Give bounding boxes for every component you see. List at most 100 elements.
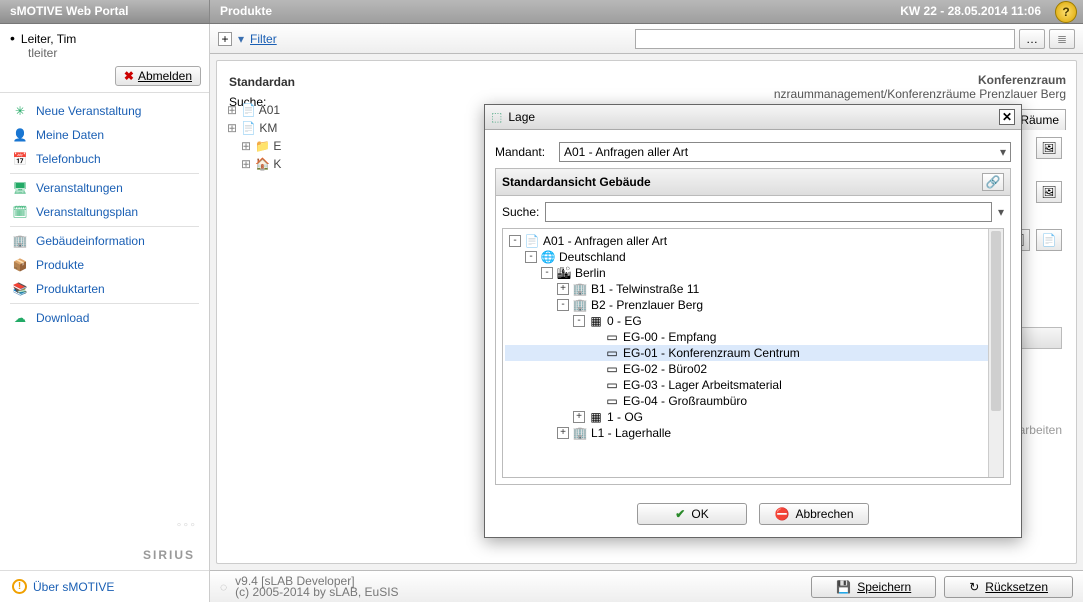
expand-icon[interactable] [589, 331, 601, 343]
tree-item[interactable]: 📄 KM [227, 119, 477, 137]
expand-icon[interactable]: + [557, 283, 569, 295]
user-name: Leiter, Tim [10, 30, 199, 46]
filter-bar: + ▾ Filter … ≣ [210, 24, 1083, 54]
tree-node[interactable]: -📄A01 - Anfragen aller Art [505, 233, 1001, 249]
sidebar-item-neue-veranstaltung[interactable]: ✳Neue Veranstaltung [0, 99, 209, 123]
tree-node[interactable]: -▦0 - EG [505, 313, 1001, 329]
sidebar-item-download[interactable]: ☁Download [0, 306, 209, 330]
about-link[interactable]: ! Über sMOTIVE [0, 570, 209, 602]
tree-item[interactable]: 📁 E [241, 137, 477, 155]
building-search-input[interactable] [545, 202, 992, 222]
expand-icon[interactable]: + [557, 427, 569, 439]
mandant-select[interactable]: A01 - Anfragen aller Art▾ [559, 142, 1011, 162]
scrollbar[interactable] [988, 229, 1003, 477]
node-icon: 🌐 [541, 250, 555, 264]
sidebar-item-meine-daten[interactable]: 👤Meine Daten [0, 123, 209, 147]
reset-button[interactable]: ↻ Rücksetzen [944, 576, 1073, 598]
expand-icon[interactable]: + [218, 32, 232, 46]
node-icon: ▭ [605, 330, 619, 344]
tree-node[interactable]: ▭ EG-02 - Büro02 [505, 361, 1001, 377]
mandant-label: Mandant: [495, 145, 553, 159]
tree-node[interactable]: + 🏢 B1 - Telwinstraße 11 [505, 281, 1001, 297]
status-bar: ◌ v9.4 [sLAB Developer] (c) 2005-2014 by… [210, 570, 1083, 602]
help-button[interactable]: ? [1055, 1, 1077, 23]
filter-search-input[interactable] [635, 29, 1015, 49]
node-icon: ▭ [605, 362, 619, 376]
expand-icon[interactable] [589, 347, 601, 359]
tree-node[interactable]: ▭ EG-04 - Großraumbüro [505, 393, 1001, 409]
expand-icon[interactable] [589, 363, 601, 375]
action-button[interactable]: 🖼 [1036, 137, 1062, 159]
node-label: EG-00 - Empfang [623, 330, 716, 344]
expand-icon[interactable]: - [557, 299, 569, 311]
doc-button[interactable]: 📄 [1036, 229, 1062, 251]
tree-node[interactable]: + 🏢 L1 - Lagerhalle [505, 425, 1001, 441]
node-label: EG-04 - Großraumbüro [623, 394, 747, 408]
expand-icon[interactable]: + [573, 411, 585, 423]
node-label: Berlin [575, 266, 606, 280]
expand-icon[interactable] [589, 395, 601, 407]
tree-node[interactable]: -🌐 Deutschland [505, 249, 1001, 265]
top-bar: sMOTIVE Web Portal Produkte KW 22 - 28.0… [0, 0, 1083, 24]
filter-button[interactable]: ≣ [1049, 29, 1075, 49]
tree-node[interactable]: -🏢 B2 - Prenzlauer Berg [505, 297, 1001, 313]
detail-header: Konferenzraum nzraummanagement/Konferenz… [774, 73, 1066, 101]
chevron-down-icon[interactable]: ▾ [998, 205, 1004, 219]
node-icon: 🏙 [557, 266, 571, 280]
node-label: Deutschland [559, 250, 626, 264]
node-label: B1 - Telwinstraße 11 [591, 282, 699, 296]
filter-link[interactable]: Filter [250, 32, 277, 46]
link-button[interactable]: 🔗 [982, 173, 1004, 191]
close-icon: ✖ [124, 69, 134, 83]
info-icon: ! [12, 579, 27, 594]
building-panel-title: Standardansicht Gebäude [502, 175, 651, 189]
more-button[interactable]: … [1019, 29, 1045, 49]
expand-icon[interactable]: - [525, 251, 537, 263]
tree-node[interactable]: -🏙 Berlin [505, 265, 1001, 281]
node-label: EG-02 - Büro02 [623, 362, 707, 376]
sirius-logo: °°° SIRIUS [0, 546, 209, 570]
search-label: Suche: [502, 205, 539, 219]
tree-node[interactable]: ▭EG-01 - Konferenzraum Centrum [505, 345, 1001, 361]
node-icon: 🏢 [573, 298, 587, 312]
tree-item[interactable]: 🏠 K [241, 155, 477, 173]
expand-icon[interactable]: - [509, 235, 521, 247]
nav-icon: 🗓 [12, 205, 28, 219]
filter-icon: ▾ [238, 32, 244, 46]
tree-node[interactable]: ▭ EG-00 - Empfang [505, 329, 1001, 345]
tree-item[interactable]: 📄 A01 [227, 101, 477, 119]
node-icon: 🏢 [573, 282, 587, 296]
tree-node[interactable]: ▭ EG-03 - Lager Arbeitsmaterial [505, 377, 1001, 393]
expand-icon[interactable] [589, 379, 601, 391]
logout-button[interactable]: ✖Abmelden [115, 66, 201, 86]
expand-icon[interactable]: - [573, 315, 585, 327]
node-icon: ▭ [605, 394, 619, 408]
nav-icon: ✳ [12, 104, 28, 118]
sidebar-item-telefonbuch[interactable]: 📅Telefonbuch [0, 147, 209, 171]
dialog-title: Lage [508, 110, 535, 124]
sidebar-item-produkte[interactable]: 📦Produkte [0, 253, 209, 277]
sidebar-item-veranstaltungen[interactable]: 🖥Veranstaltungen [0, 176, 209, 200]
node-icon: 🏢 [573, 426, 587, 440]
dialog-icon: ⬚ [491, 110, 502, 124]
copyright-label: (c) 2005-2014 by sLAB, EuSIS [235, 587, 398, 598]
ok-button[interactable]: ✔OK [637, 503, 747, 525]
sidebar-item-veranstaltungsplan[interactable]: 🗓Veranstaltungsplan [0, 200, 209, 224]
node-label: EG-03 - Lager Arbeitsmaterial [623, 378, 782, 392]
node-icon: 📄 [525, 234, 539, 248]
sidebar-item-gebäudeinformation[interactable]: 🏢Gebäudeinformation [0, 229, 209, 253]
node-icon: ▭ [605, 378, 619, 392]
nav-icon: 📦 [12, 258, 28, 272]
node-label: B2 - Prenzlauer Berg [591, 298, 703, 312]
tree-node[interactable]: +▦1 - OG [505, 409, 1001, 425]
node-label: L1 - Lagerhalle [591, 426, 671, 440]
dialog-close-button[interactable]: ✕ [999, 109, 1015, 125]
node-icon: ▦ [589, 314, 603, 328]
save-button[interactable]: 💾 Speichern [811, 576, 936, 598]
sidebar-item-produktarten[interactable]: 📚Produktarten [0, 277, 209, 301]
nav-icon: 📅 [12, 152, 28, 166]
action-button[interactable]: 🖼 [1036, 181, 1062, 203]
cancel-button[interactable]: ⛔Abbrechen [759, 503, 869, 525]
chevron-down-icon: ▾ [1000, 145, 1006, 159]
expand-icon[interactable]: - [541, 267, 553, 279]
